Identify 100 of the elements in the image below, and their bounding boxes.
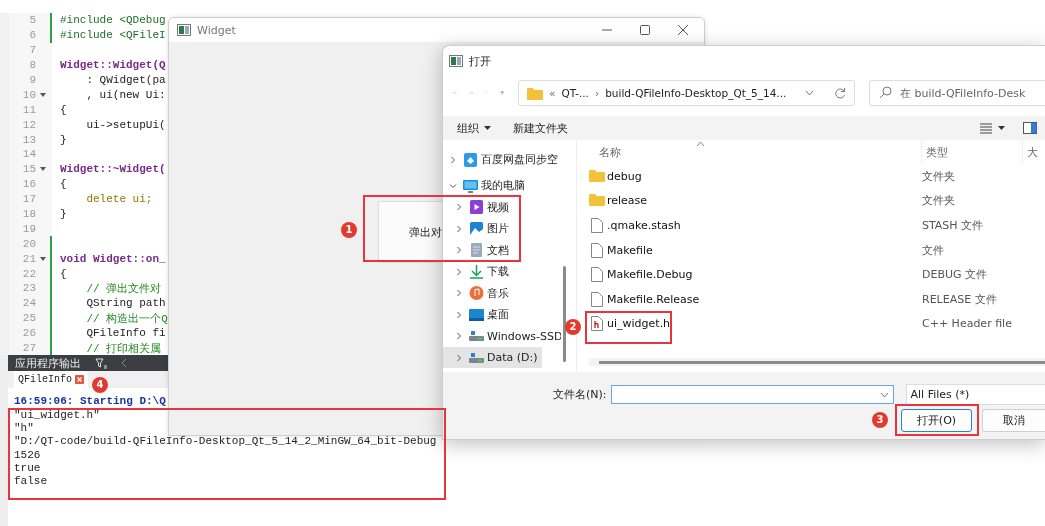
line-number: 7	[28, 44, 36, 57]
document-icon	[469, 243, 484, 257]
chevron-right-icon	[455, 203, 463, 211]
line-number: 13	[21, 133, 36, 146]
chevron-right-icon	[455, 353, 463, 362]
line-number: 20	[21, 237, 36, 250]
tree-item[interactable]: Windows-SSD	[443, 327, 561, 345]
code-line: Widget::Widget(Q	[60, 59, 166, 72]
filter-icon	[95, 357, 107, 369]
file-name[interactable]: release	[607, 194, 648, 208]
monitor-icon	[463, 178, 478, 193]
refresh-icon	[834, 87, 846, 99]
file-type: 文件夹	[922, 193, 955, 209]
address-bar[interactable]: « QT-... › build-QFileInfo-Desktop_Qt_5_14...	[518, 80, 855, 106]
line-number: 18	[21, 208, 36, 220]
caret-icon	[998, 126, 1005, 130]
column-header[interactable]: 类型	[922, 140, 1023, 164]
line-number: 15	[21, 163, 36, 176]
chevron-right-icon	[455, 289, 463, 297]
chevron-down-icon	[879, 392, 889, 398]
file-icon	[589, 217, 605, 233]
folder-icon	[589, 168, 605, 184]
video-icon	[469, 200, 484, 214]
output-line: "D:/QT-code/build-QFileInfo-Desktop_Qt_5_14_2_MinGW_64_bit-Debug	[14, 435, 437, 448]
line-number: 25	[21, 312, 36, 325]
sort-caret-icon	[697, 142, 704, 146]
line-number: 21	[21, 252, 36, 265]
file-name[interactable]: Makefile	[607, 243, 653, 257]
file-type-dropdown[interactable]: All Files (*)	[905, 384, 1045, 405]
open-button[interactable]: 打开(O)	[901, 409, 972, 432]
file-name-field[interactable]	[610, 385, 894, 404]
chevron-left-icon	[121, 358, 127, 368]
tree-item[interactable]: 桌面	[443, 306, 513, 323]
breadcrumb[interactable]: build-QFileInfo-Desktop_Qt_5_14...	[605, 87, 787, 99]
code-line: // 弹出文件对	[85, 282, 162, 296]
scrollbar-thumb[interactable]	[563, 266, 566, 362]
chevron-right-icon	[455, 224, 463, 233]
tree-item[interactable]: 百度网盘同步空	[443, 147, 561, 173]
image-icon	[469, 221, 484, 236]
line-number: 19	[21, 222, 36, 235]
tree-item[interactable]: Data (D:)	[443, 347, 542, 368]
organize-menu[interactable]: 组织	[449, 120, 499, 136]
output-tab[interactable]: QFileInfo	[14, 371, 88, 388]
line-number: 10	[21, 88, 36, 101]
scrollbar-thumb[interactable]	[599, 361, 1045, 364]
line-number: 14	[21, 148, 36, 161]
file-type: DEBUG 文件	[922, 267, 988, 283]
fold-arrow-icon[interactable]	[40, 167, 46, 172]
chevron-right-icon	[455, 246, 463, 254]
column-header[interactable]: 名称	[577, 140, 922, 164]
code-line: }	[60, 133, 67, 146]
file-name[interactable]: debug	[607, 169, 642, 183]
output-line: 1526	[14, 448, 41, 461]
line-number: 5	[28, 14, 36, 27]
line-number: 8	[28, 59, 36, 72]
desktop-icon	[469, 307, 484, 322]
app-icon	[177, 24, 191, 36]
breadcrumb[interactable]: QT-...	[561, 87, 589, 99]
code-line: {	[60, 178, 67, 191]
view-list-icon[interactable]	[980, 122, 992, 134]
line-number: 24	[21, 297, 36, 310]
file-name[interactable]: .qmake.stash	[607, 218, 681, 232]
line-number: 12	[21, 118, 36, 131]
search-icon	[879, 86, 892, 99]
window-title: Widget	[197, 23, 236, 37]
header-file-icon	[589, 316, 605, 332]
code-line: #include <QFileI	[60, 29, 166, 42]
code-line: delete ui;	[85, 193, 153, 206]
search-field[interactable]: 在 build-QFileInfo-Desk	[869, 80, 1045, 106]
line-number: 26	[21, 327, 36, 340]
fold-arrow-icon[interactable]	[40, 256, 46, 261]
file-type: 文件夹	[922, 168, 955, 184]
preview-pane-icon[interactable]	[1023, 122, 1037, 134]
chevron-down-icon	[805, 90, 814, 96]
output-line: "h"	[14, 422, 34, 435]
tree-item[interactable]: 音乐	[443, 284, 513, 302]
code-line: QString path	[85, 297, 166, 310]
column-header[interactable]: 大	[1023, 140, 1038, 164]
file-icon	[589, 291, 605, 307]
code-line: #include <QDebug	[60, 14, 166, 27]
close-icon[interactable]	[75, 375, 84, 384]
pane-title: 应用程序输出	[15, 355, 81, 371]
fold-arrow-icon[interactable]	[40, 92, 46, 97]
new-folder-button[interactable]: 新建文件夹	[505, 120, 576, 136]
tree-item[interactable]: 我的电脑	[443, 177, 529, 194]
caret-icon	[484, 126, 491, 130]
line-number: 9	[28, 74, 36, 86]
code-line: {	[60, 267, 67, 280]
tree-item[interactable]: 下载	[443, 263, 513, 280]
field-label: 文件名(N):	[553, 387, 607, 402]
chevron-right-icon	[455, 310, 463, 319]
output-line: true	[14, 462, 41, 475]
breadcrumb-separator: ›	[594, 87, 600, 99]
file-name[interactable]: Makefile.Release	[607, 292, 700, 306]
cloud-app-icon	[463, 152, 478, 167]
cancel-button[interactable]: 取消	[981, 409, 1045, 432]
file-name[interactable]: ui_widget.h	[607, 317, 671, 331]
code-line: : QWidget(pa	[85, 74, 166, 86]
file-name[interactable]: Makefile.Debug	[607, 268, 693, 282]
folder-icon	[527, 86, 543, 100]
